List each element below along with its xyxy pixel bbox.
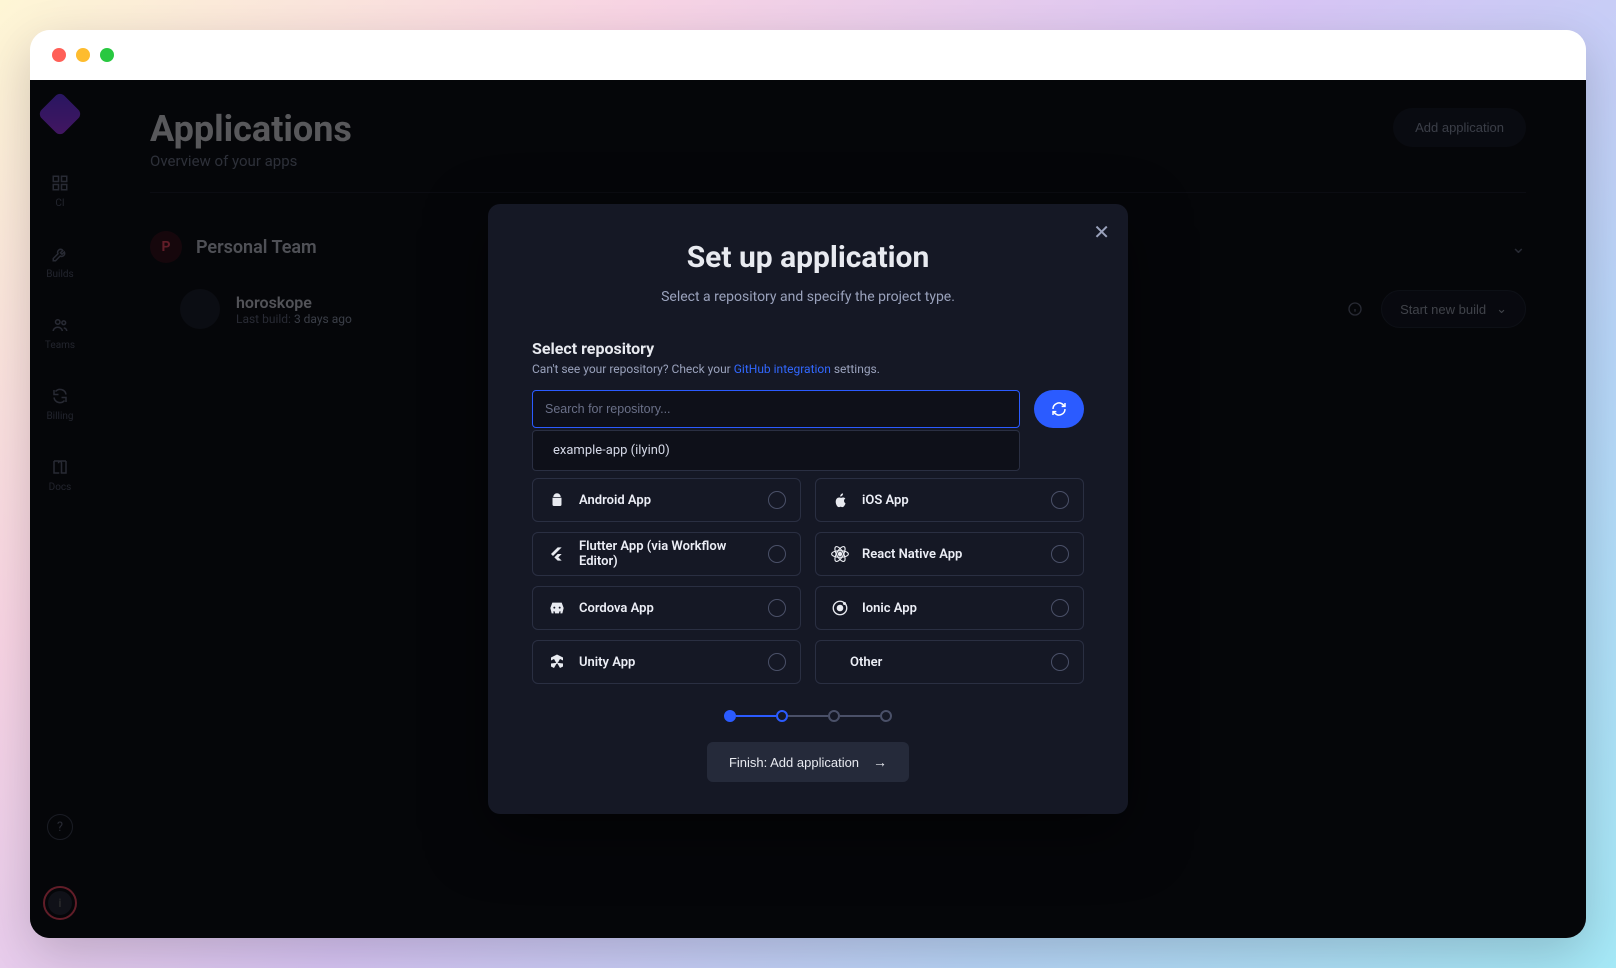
titlebar [30, 30, 1586, 80]
window-zoom-dot[interactable] [100, 48, 114, 62]
radio-indicator [768, 599, 786, 617]
step-4-dot [880, 710, 892, 722]
type-label: Other [850, 655, 1039, 670]
react-icon [830, 544, 850, 564]
radio-indicator [768, 653, 786, 671]
repository-dropdown: example-app (ilyin0) [532, 430, 1020, 471]
project-type-cordova[interactable]: Cordova App [532, 586, 801, 630]
unity-icon [547, 652, 567, 672]
step-3-dot [828, 710, 840, 722]
radio-indicator [768, 491, 786, 509]
repository-option[interactable]: example-app (ilyin0) [533, 431, 1019, 470]
stepper [532, 710, 1084, 722]
radio-indicator [768, 545, 786, 563]
finish-label: Finish: Add application [729, 755, 859, 770]
type-label: Flutter App (via Workflow Editor) [579, 539, 756, 569]
project-type-react-native[interactable]: React Native App [815, 532, 1084, 576]
project-type-ionic[interactable]: Ionic App [815, 586, 1084, 630]
type-label: Android App [579, 493, 756, 508]
radio-indicator [1051, 545, 1069, 563]
step-connector [788, 715, 828, 717]
setup-application-modal: ✕ Set up application Select a repository… [488, 204, 1128, 814]
project-type-ios[interactable]: iOS App [815, 478, 1084, 522]
step-connector [736, 715, 776, 717]
modal-subtitle: Select a repository and specify the proj… [532, 289, 1084, 305]
repository-search-input[interactable] [532, 390, 1020, 428]
window-minimize-dot[interactable] [76, 48, 90, 62]
project-type-unity[interactable]: Unity App [532, 640, 801, 684]
project-type-other[interactable]: Other [815, 640, 1084, 684]
radio-indicator [1051, 653, 1069, 671]
step-2-dot [776, 710, 788, 722]
repository-hint: Can't see your repository? Check your Gi… [532, 362, 1084, 376]
select-repository-title: Select repository [532, 339, 1084, 358]
ionic-icon [830, 598, 850, 618]
project-type-flutter[interactable]: Flutter App (via Workflow Editor) [532, 532, 801, 576]
radio-indicator [1051, 599, 1069, 617]
cordova-icon [547, 598, 567, 618]
window-close-dot[interactable] [52, 48, 66, 62]
close-button[interactable]: ✕ [1093, 220, 1110, 245]
arrow-right-icon: → [873, 754, 887, 770]
radio-indicator [1051, 491, 1069, 509]
step-1-dot [724, 710, 736, 722]
project-type-android[interactable]: Android App [532, 478, 801, 522]
finish-add-application-button[interactable]: Finish: Add application → [707, 742, 909, 782]
type-label: Ionic App [862, 601, 1039, 616]
hint-suffix: settings. [831, 362, 880, 376]
step-connector [840, 715, 880, 717]
close-icon: ✕ [1093, 222, 1110, 244]
type-label: Cordova App [579, 601, 756, 616]
type-label: iOS App [862, 493, 1039, 508]
project-type-grid: Android App iOS App Fl [532, 478, 1084, 684]
hint-prefix: Can't see your repository? Check your [532, 362, 734, 376]
modal-title: Set up application [532, 240, 1084, 275]
refresh-button[interactable] [1034, 390, 1084, 428]
app-shell: CI Builds Teams Billing [30, 80, 1586, 938]
browser-window: CI Builds Teams Billing [30, 30, 1586, 938]
android-icon [547, 490, 567, 510]
type-label: React Native App [862, 547, 1039, 562]
type-label: Unity App [579, 655, 756, 670]
github-integration-link[interactable]: GitHub integration [734, 362, 831, 376]
flutter-icon [547, 544, 567, 564]
refresh-icon [1051, 401, 1067, 417]
blank-icon [830, 652, 850, 672]
apple-icon [830, 490, 850, 510]
